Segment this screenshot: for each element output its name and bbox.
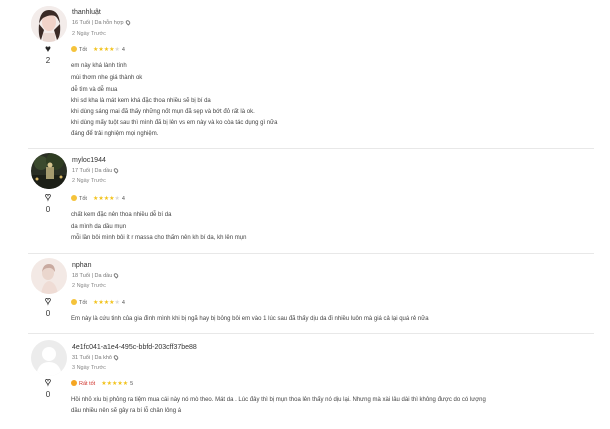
smiley-icon (71, 299, 77, 305)
rating-row: Tốt ★★★★★ 4 (71, 299, 125, 307)
review-text-line: đáng để trải nghiệm mọi nghiệm. (71, 131, 159, 137)
user-meta-text: 17 Tuổi | Da dầu (72, 168, 113, 174)
review-date: 2 Ngày Trước (72, 178, 106, 184)
user-meta-text: 18 Tuổi | Da dầu (72, 273, 113, 279)
smiley-icon (71, 195, 77, 201)
rating-label: Rất tốt (79, 381, 96, 387)
like-count: 0 (45, 390, 51, 399)
rating-row: Rất tốt ★★★★★ 5 (71, 380, 133, 388)
review-date: 2 Ngày Trước (72, 283, 106, 289)
heart-icon[interactable]: ♥ (41, 377, 55, 388)
star-rating: ★★★★★ (92, 196, 120, 202)
rating-value: 4 (121, 196, 125, 202)
review-text-line: Em này là cứu tinh của gia đình mình khi… (71, 316, 429, 322)
divider (28, 253, 594, 254)
user-meta: 18 Tuổi | Da dầu (72, 272, 120, 279)
avatar[interactable] (31, 340, 67, 376)
review-text-line: mỗi lần bôi mình bôi ít r massa cho thấm… (71, 235, 247, 241)
heart-icon[interactable]: ♥ (41, 45, 55, 55)
rating-value: 5 (130, 381, 134, 387)
star-rating: ★★★★★ (101, 381, 129, 387)
review-date: 3 Ngày Trước (72, 365, 106, 371)
review-date: 2 Ngày Trước (72, 31, 106, 37)
location-pin-icon (112, 354, 120, 361)
like-count: 0 (45, 309, 51, 318)
smiley-icon (71, 46, 77, 52)
username[interactable]: 4e1fc041-a1e4-495c-bbfd-203cff37be88 (72, 344, 197, 351)
rating-value: 4 (121, 300, 125, 306)
location-pin-icon (124, 19, 131, 26)
review-text-line: khi sd kha là mát kem khá đặc thoa nhiều… (71, 98, 211, 104)
location-pin-icon (113, 272, 120, 279)
rating-row: Tốt ★★★★★ 4 (71, 46, 125, 54)
rating-value: 4 (121, 47, 125, 53)
review-text-line: da mình da dầu mụn (71, 224, 127, 230)
rating-label: Tốt (79, 47, 87, 53)
avatar[interactable] (31, 258, 67, 294)
divider (28, 148, 594, 149)
smiley-icon (71, 380, 77, 386)
review-text-line: dầu nhiều nên sẽ gây ra bí lỗ chân lông … (71, 408, 182, 414)
avatar[interactable] (31, 153, 67, 189)
user-meta-text: 31 Tuổi | Da khô (72, 355, 112, 361)
review-text-line: dễ tìm và dễ mua (71, 87, 118, 93)
like-count: 0 (45, 205, 51, 214)
review-text-line: khi dùng sáng mai đã thấy những nốt mụn … (71, 109, 255, 115)
rating-label: Tốt (79, 300, 87, 306)
heart-icon[interactable]: ♥ (41, 296, 55, 307)
location-pin-icon (113, 167, 120, 174)
username[interactable]: myloc1944 (72, 157, 106, 164)
rating-label: Tốt (79, 196, 87, 202)
user-meta: 17 Tuổi | Da dầu (72, 167, 120, 174)
review-text-line: em này khá lành tính (71, 63, 127, 69)
user-meta-text: 16 Tuổi | Da hỗn hợp (72, 20, 124, 26)
user-meta: 16 Tuổi | Da hỗn hợp (72, 19, 131, 26)
user-meta: 31 Tuổi | Da khô (72, 354, 120, 361)
review-text-line: Hồi nhỏ xíu bị phỏng ra tiệm mua cái này… (71, 397, 486, 403)
review-text-line: mùi thơm nhe giá thành ok (71, 75, 143, 81)
review-text-line: chất kem đặc nên thoa nhiều dễ bí da (71, 212, 172, 218)
rating-row: Tốt ★★★★★ 4 (71, 195, 125, 203)
username[interactable]: nphan (72, 262, 91, 269)
star-rating: ★★★★★ (92, 47, 120, 53)
like-count: 2 (45, 56, 51, 65)
heart-icon[interactable]: ♥ (41, 192, 55, 203)
username[interactable]: thanhluật (72, 9, 101, 16)
review-text-line: khi dùng mấy tuột sau thì mình đã bị lên… (71, 120, 278, 126)
divider (28, 333, 594, 334)
star-rating: ★★★★★ (92, 300, 120, 306)
avatar[interactable] (31, 6, 67, 42)
